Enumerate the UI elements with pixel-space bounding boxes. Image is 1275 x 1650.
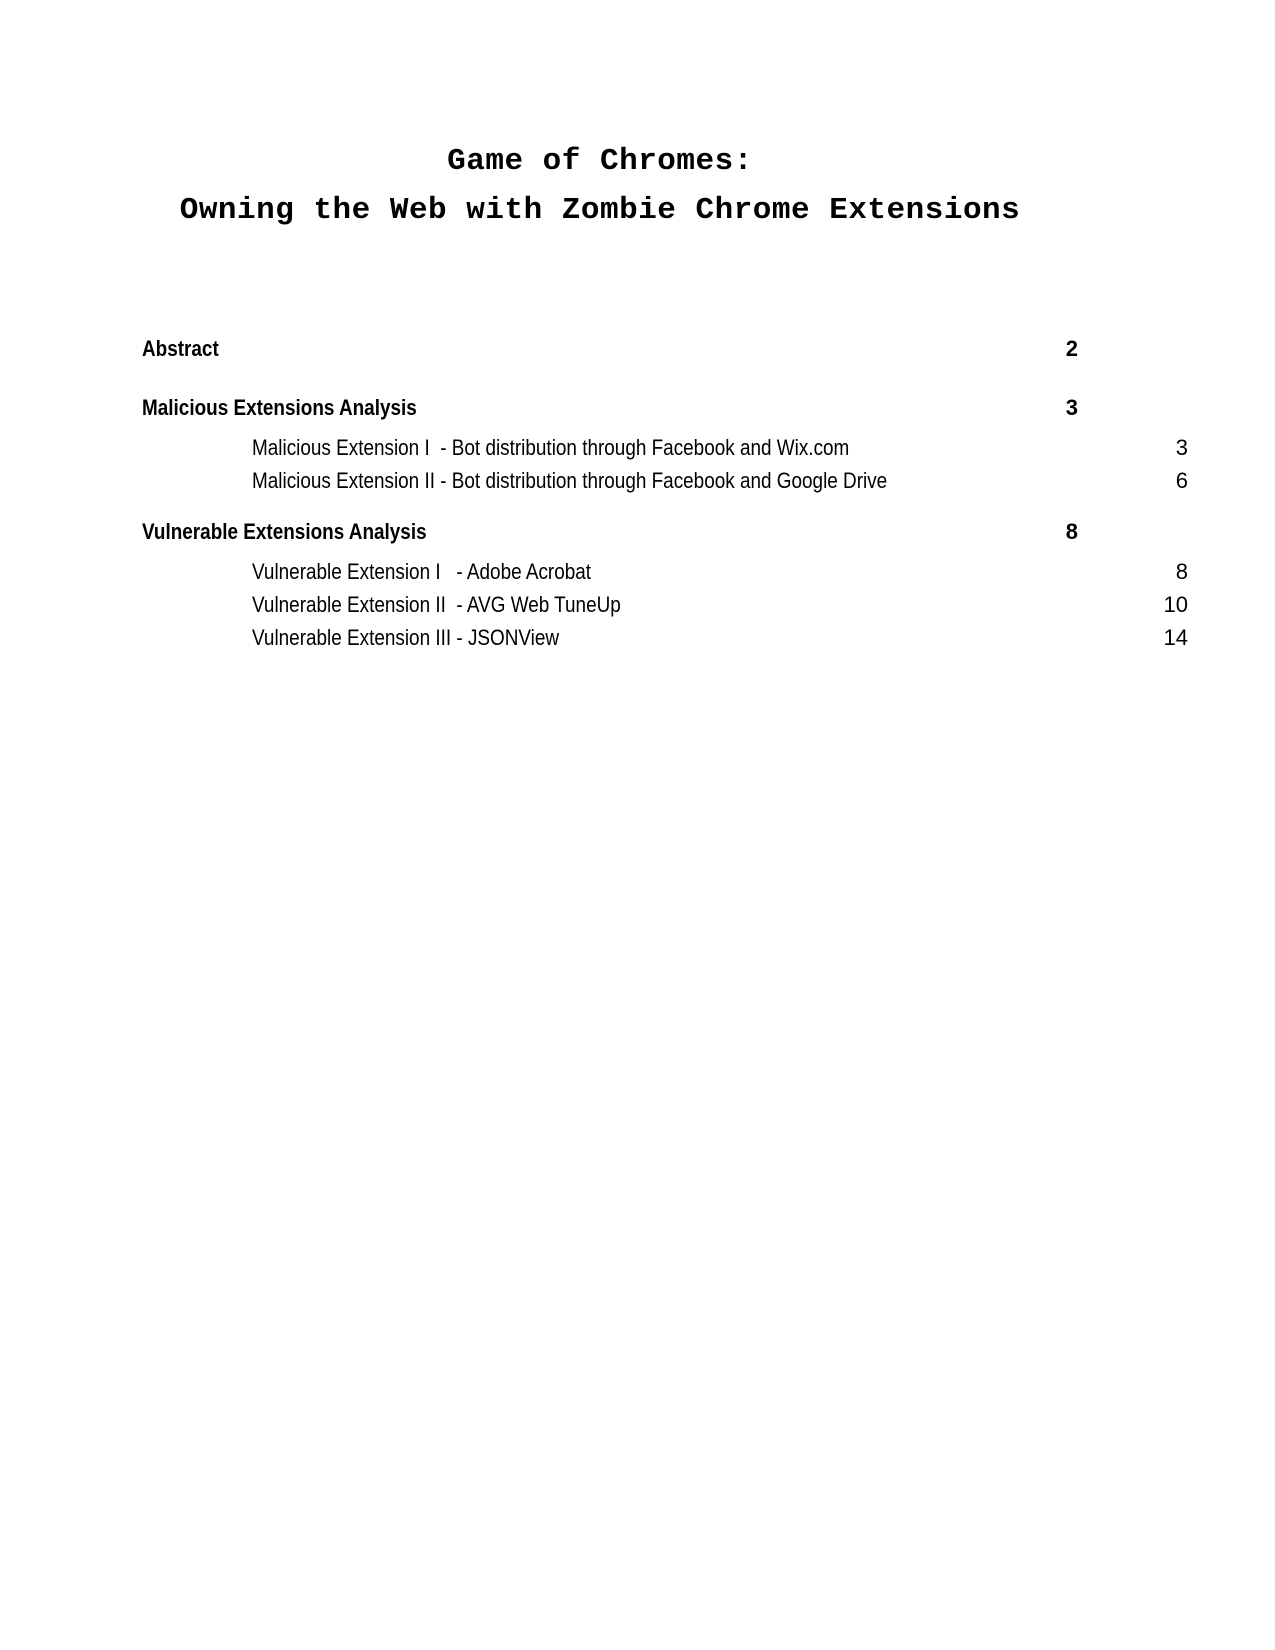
table-of-contents: Abstract 2 Malicious Extensions Analysis…	[142, 326, 1188, 654]
toc-entry-page: 14	[1163, 625, 1188, 650]
toc-entry-page: 3	[1065, 395, 1078, 420]
toc-entry-label: Malicious Extensions Analysis	[142, 395, 417, 420]
document-page: Game of Chromes: Owning the Web with Zom…	[0, 0, 1275, 1650]
toc-entry-label: Abstract	[142, 336, 219, 361]
document-title: Game of Chromes: Owning the Web with Zom…	[0, 139, 1200, 237]
toc-entry-vulnerable-extension-1[interactable]: Vulnerable Extension I - Adobe Acrobat 8	[142, 555, 1188, 588]
toc-entry-vulnerable-extension-3[interactable]: Vulnerable Extension III - JSONView 14	[142, 621, 1188, 654]
toc-entry-page: 8	[1065, 519, 1078, 544]
toc-spacer	[142, 372, 1078, 385]
toc-entry-abstract[interactable]: Abstract 2	[142, 326, 1078, 372]
toc-entry-malicious-extension-1[interactable]: Malicious Extension I - Bot distribution…	[142, 431, 1188, 464]
toc-entry-vulnerable-extension-2[interactable]: Vulnerable Extension II - AVG Web TuneUp…	[142, 588, 1188, 621]
toc-entry-vulnerable-extensions-analysis[interactable]: Vulnerable Extensions Analysis 8	[142, 509, 1078, 555]
title-line-1: Game of Chromes:	[447, 144, 753, 179]
toc-entry-label: Vulnerable Extension I - Adobe Acrobat	[252, 559, 592, 584]
title-line-2: Owning the Web with Zombie Chrome Extens…	[179, 193, 1021, 228]
toc-entry-page: 2	[1065, 336, 1078, 361]
toc-entry-malicious-extensions-analysis[interactable]: Malicious Extensions Analysis 3	[142, 385, 1078, 431]
toc-entry-label: Vulnerable Extensions Analysis	[142, 519, 427, 544]
toc-entry-page: 8	[1175, 559, 1188, 584]
toc-entry-page: 10	[1163, 592, 1188, 617]
toc-entry-page: 6	[1175, 468, 1188, 493]
toc-entry-label: Malicious Extension II - Bot distributio…	[252, 468, 888, 493]
toc-entry-page: 3	[1175, 435, 1188, 460]
toc-entry-label: Vulnerable Extension II - AVG Web TuneUp	[252, 592, 621, 617]
toc-entry-malicious-extension-2[interactable]: Malicious Extension II - Bot distributio…	[142, 464, 1188, 497]
toc-entry-label: Vulnerable Extension III - JSONView	[252, 625, 560, 650]
toc-entry-label: Malicious Extension I - Bot distribution…	[252, 435, 850, 460]
toc-spacer	[142, 497, 1078, 509]
